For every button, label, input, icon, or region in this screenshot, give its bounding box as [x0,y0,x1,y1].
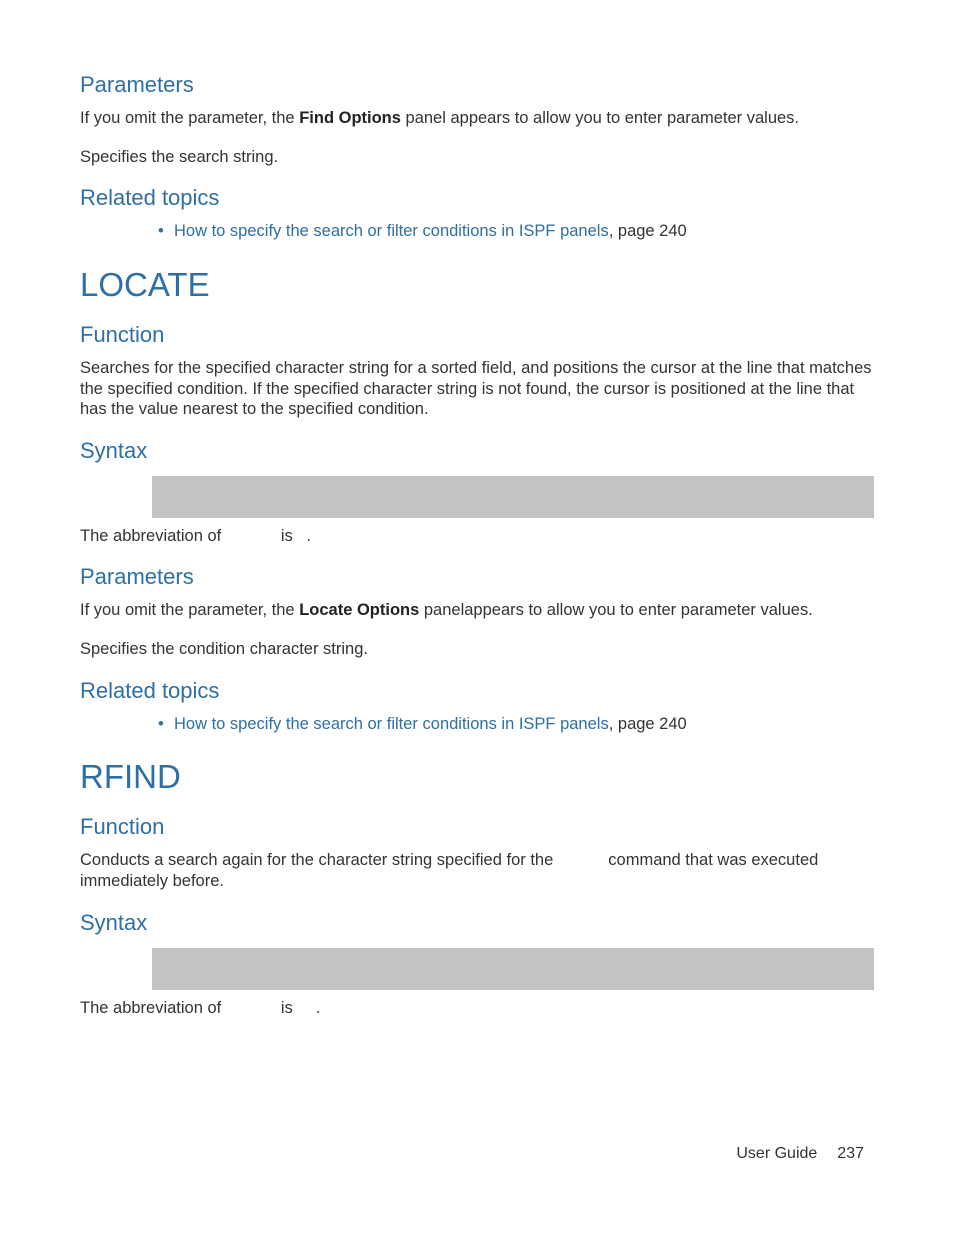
syntax-box-locate [152,476,874,518]
text: is [276,999,297,1017]
heading-parameters-locate: Parameters [80,564,874,590]
heading-syntax-locate: Syntax [80,438,874,464]
footer-page-number: 237 [837,1145,864,1162]
text: The abbreviation of [80,527,226,545]
heading-locate: LOCATE [80,266,874,304]
text: . [307,527,312,545]
locate-abbrev: The abbreviation of is . [80,526,874,547]
find-options-bold: Find Options [299,109,401,127]
heading-function-locate: Function [80,322,874,348]
footer-label: User Guide [736,1145,817,1162]
text: panel appears to allow you to enter para… [401,109,799,127]
parameters-intro-1: If you omit the parameter, the Find Opti… [80,108,874,129]
gap [558,851,604,869]
related-link-suffix-1: , page 240 [609,222,687,240]
text: Conducts a search again for the characte… [80,851,558,869]
related-link-suffix-locate: , page 240 [609,715,687,733]
locate-options-bold: Locate Options [299,601,419,619]
rfind-abbrev: The abbreviation of is . [80,998,874,1019]
parameters-desc-1: Specifies the search string. [80,147,874,168]
heading-syntax-rfind: Syntax [80,910,874,936]
syntax-box-rfind [152,948,874,990]
text: is [276,527,297,545]
locate-parameters-intro: If you omit the parameter, the Locate Op… [80,600,874,621]
text: . [316,999,321,1017]
related-link-1[interactable]: How to specify the search or filter cond… [174,222,609,240]
text: If you omit the parameter, the [80,109,299,127]
text: panelappears to allow you to enter param… [419,601,813,619]
related-link-locate[interactable]: How to specify the search or filter cond… [174,715,609,733]
heading-related-1: Related topics [80,185,874,211]
heading-parameters-1: Parameters [80,72,874,98]
rfind-function-text: Conducts a search again for the characte… [80,850,874,891]
page-footer: User Guide 237 [736,1145,864,1163]
heading-rfind: RFIND [80,758,874,796]
locate-function-text: Searches for the specified character str… [80,358,874,420]
related-item-1: How to specify the search or filter cond… [152,221,874,242]
heading-related-locate: Related topics [80,678,874,704]
related-item-locate: How to specify the search or filter cond… [152,714,874,735]
heading-function-rfind: Function [80,814,874,840]
text: The abbreviation of [80,999,226,1017]
text: If you omit the parameter, the [80,601,299,619]
locate-parameters-desc: Specifies the condition character string… [80,639,874,660]
